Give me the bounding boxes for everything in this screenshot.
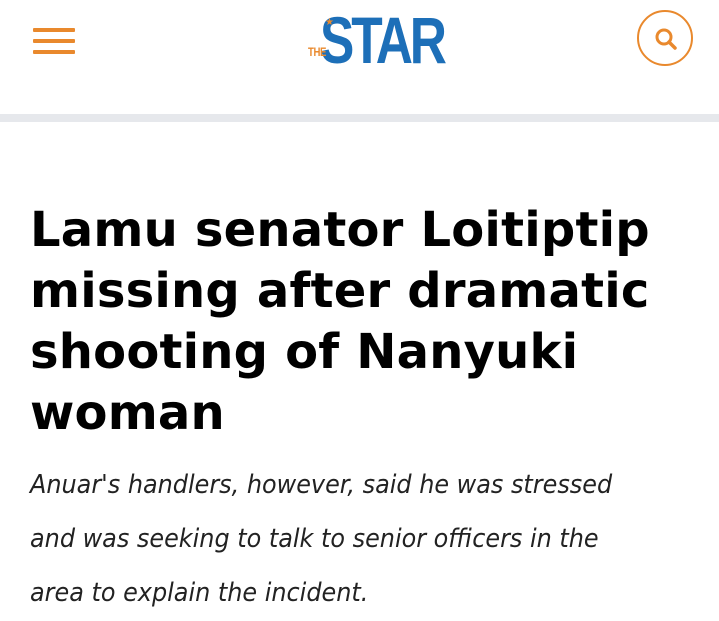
site-logo[interactable]: STAR THE ★ — [306, 5, 447, 75]
menu-line — [33, 50, 75, 54]
hamburger-menu-icon[interactable] — [33, 28, 75, 54]
menu-line — [33, 28, 75, 32]
header-divider — [0, 114, 719, 122]
logo-name: STAR — [320, 3, 447, 77]
search-icon — [655, 28, 677, 50]
article-subtitle: Anuar's handlers, however, said he was s… — [30, 470, 613, 608]
logo-prefix: THE — [308, 45, 326, 59]
logo-star-icon: ★ — [325, 17, 334, 28]
menu-line — [33, 39, 75, 43]
search-button[interactable] — [637, 10, 693, 66]
article-headline: Lamu senator Loitiptip missing after dra… — [30, 202, 650, 441]
top-bar: STAR THE ★ — [0, 0, 719, 112]
